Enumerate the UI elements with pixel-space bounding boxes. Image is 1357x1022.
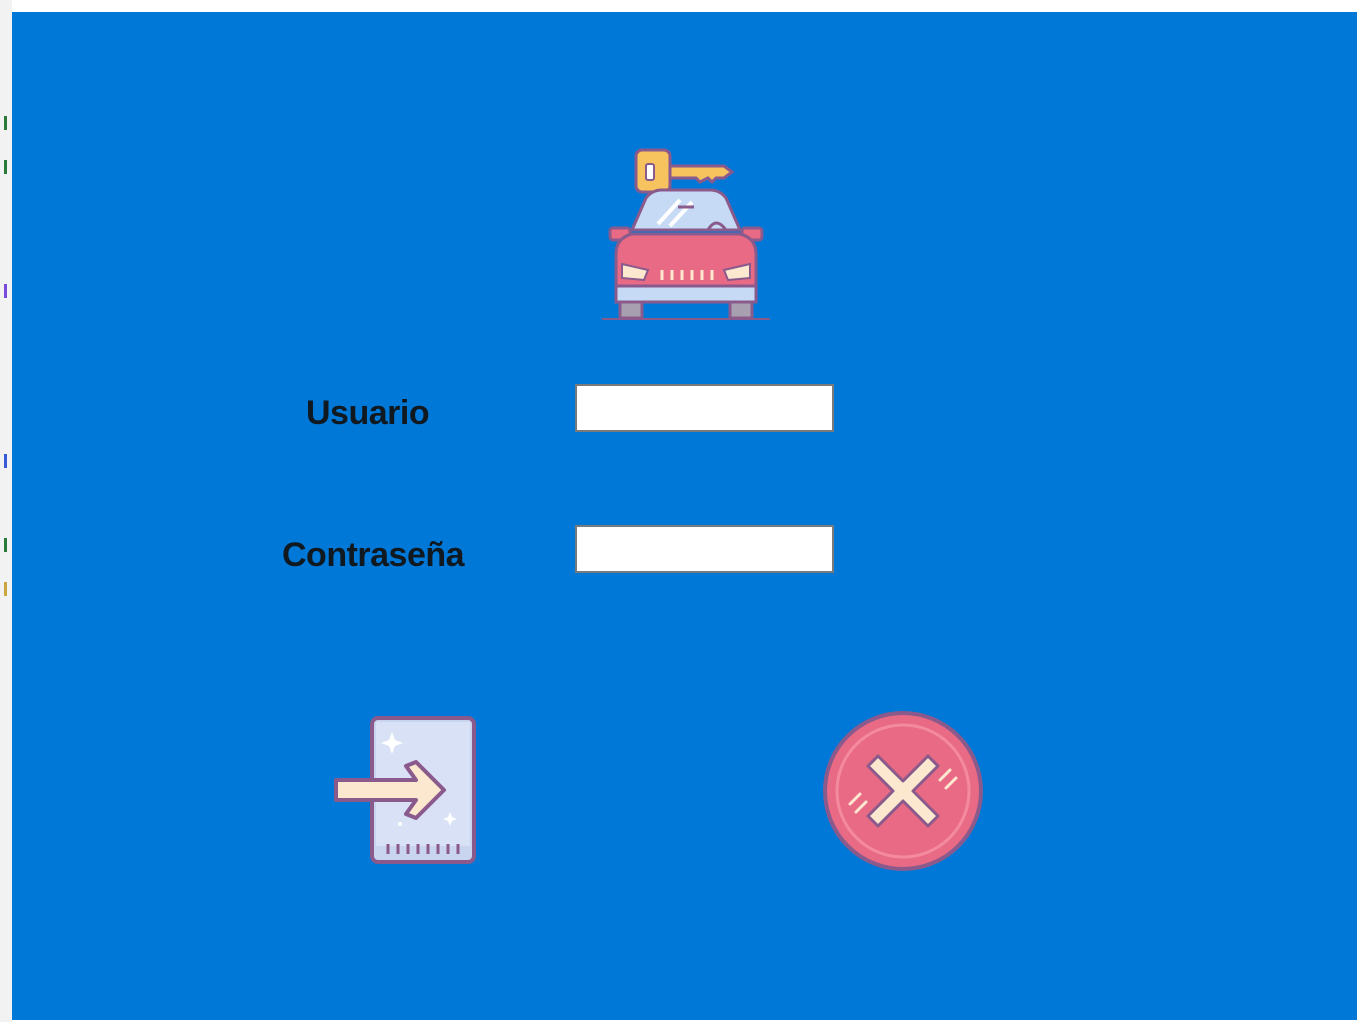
close-circle-icon <box>820 708 986 874</box>
login-button[interactable] <box>330 712 482 868</box>
background-window-edge <box>0 0 12 1022</box>
cancel-button[interactable] <box>820 708 986 874</box>
edge-artifact <box>4 160 7 174</box>
password-input[interactable] <box>575 525 834 573</box>
edge-artifact <box>4 582 7 596</box>
username-input[interactable] <box>575 384 834 432</box>
login-form: Usuario Contraseña <box>12 12 1357 1020</box>
username-label: Usuario <box>306 394 430 432</box>
edge-artifact <box>4 116 7 130</box>
login-door-icon <box>330 712 482 868</box>
edge-artifact <box>4 454 7 468</box>
car-key-icon <box>596 140 776 320</box>
edge-artifact <box>4 538 7 552</box>
edge-artifact <box>4 284 7 298</box>
password-label: Contraseña <box>282 536 465 574</box>
